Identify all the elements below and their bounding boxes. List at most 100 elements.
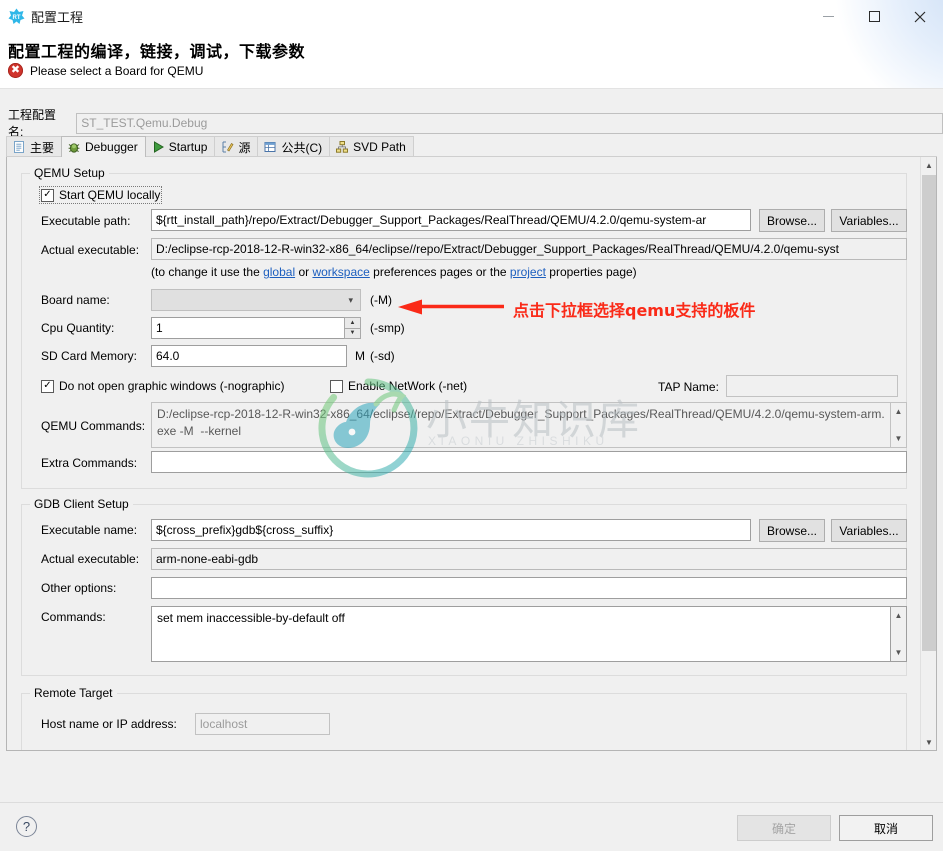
- board-name-dropdown[interactable]: ▾: [151, 289, 361, 311]
- qemu-commands-label: QEMU Commands:: [41, 419, 146, 433]
- nographic-label: Do not open graphic windows (-nographic): [59, 379, 285, 393]
- tab-debugger[interactable]: Debugger: [61, 136, 146, 157]
- gdb-commands-textarea[interactable]: set mem inaccessible-by-default off: [151, 606, 891, 662]
- gdb-commands-scrollbar[interactable]: ▲ ▼: [891, 606, 907, 662]
- tab-main-label: 主要: [30, 140, 55, 155]
- nographic-checkbox-row[interactable]: ✓ Do not open graphic windows (-nographi…: [41, 379, 284, 393]
- hint-prefix: (to change it use the: [151, 265, 264, 279]
- tab-startup-label: Startup: [168, 140, 208, 154]
- board-name-label: Board name:: [41, 293, 110, 307]
- sd-card-memory-input[interactable]: 64.0: [151, 345, 347, 367]
- maximize-icon[interactable]: [851, 0, 897, 33]
- qemu-setup-group-title: QEMU Setup: [30, 166, 109, 180]
- debugger-tab-panel: QEMU Setup ✓ Start QEMU locally Executab…: [6, 157, 937, 751]
- executable-path-variables-button[interactable]: Variables...: [831, 209, 907, 232]
- start-qemu-locally-checkbox[interactable]: ✓: [41, 188, 54, 202]
- window-title: 配置工程: [31, 10, 84, 25]
- enable-network-label: Enable NetWork (-net): [348, 379, 468, 393]
- tree-icon: [335, 140, 349, 154]
- board-name-suffix: (-M): [370, 293, 392, 307]
- close-icon[interactable]: [897, 0, 943, 33]
- help-icon[interactable]: ?: [16, 816, 37, 837]
- document-icon: [12, 140, 26, 154]
- hint-suffix: properties page): [545, 265, 637, 279]
- hint-mid1: or: [295, 265, 313, 279]
- tab-common-label: 公共(C): [281, 140, 323, 155]
- tab-source-label: 源: [238, 140, 251, 155]
- workspace-preferences-link[interactable]: workspace: [312, 265, 369, 279]
- gdb-commands-scroll-down[interactable]: ▼: [891, 645, 906, 660]
- gdb-other-options-input[interactable]: [151, 577, 907, 599]
- svg-text:RT: RT: [13, 15, 21, 21]
- executable-path-input[interactable]: ${rtt_install_path}/repo/Extract/Debugge…: [151, 209, 751, 231]
- annotation-text: 点击下拉框选择qemu支持的板件: [513, 301, 756, 320]
- start-qemu-locally-label: Start QEMU locally: [59, 188, 161, 202]
- page-title: 配置工程的编译，链接，调试，下载参数: [8, 44, 306, 61]
- cpu-quantity-input[interactable]: 1: [151, 317, 361, 339]
- tap-name-input[interactable]: [726, 375, 898, 397]
- error-icon: ✖: [8, 63, 23, 78]
- tab-startup[interactable]: Startup: [144, 136, 216, 157]
- tab-common[interactable]: 公共(C): [257, 136, 331, 157]
- configure-project-dialog: RT 配置工程 配置工程的编译，链接，调试，下载参数 ✖ Please sele…: [0, 0, 943, 851]
- project-properties-link[interactable]: project: [510, 265, 546, 279]
- scroll-up-icon[interactable]: ▲: [921, 157, 936, 174]
- sd-card-memory-suffix: (-sd): [370, 349, 395, 363]
- gdb-actual-executable-input: arm-none-eabi-gdb: [151, 548, 907, 570]
- qemu-setup-group: QEMU Setup ✓ Start QEMU locally Executab…: [21, 166, 907, 489]
- ok-button[interactable]: 确定: [737, 815, 831, 841]
- config-name-row: 工程配置名: ST_TEST.Qemu.Debug: [8, 106, 943, 140]
- gdb-commands-label: Commands:: [41, 610, 106, 624]
- config-name-label: 工程配置名:: [8, 108, 57, 139]
- extra-commands-input[interactable]: [151, 451, 907, 473]
- executable-path-label: Executable path:: [41, 214, 131, 228]
- qemu-commands-scroll-up[interactable]: ▲: [891, 404, 906, 419]
- table-icon: [263, 140, 277, 154]
- gdb-executable-variables-button[interactable]: Variables...: [831, 519, 907, 542]
- chevron-down-icon: ▾: [348, 294, 353, 305]
- minimize-icon[interactable]: [805, 0, 851, 33]
- scroll-down-icon[interactable]: ▼: [921, 734, 936, 750]
- qemu-commands-textarea: D:/eclipse-rcp-2018-12-R-win32-x86_64/ec…: [151, 402, 891, 448]
- hint-mid2: preferences pages or the: [369, 265, 510, 279]
- gdb-actual-executable-label: Actual executable:: [41, 552, 140, 566]
- cpu-quantity-label: Cpu Quantity:: [41, 321, 115, 335]
- dialog-footer: ? 确定 取消: [0, 802, 943, 851]
- rt-thread-icon: RT: [8, 8, 25, 25]
- executable-path-browse-button[interactable]: Browse...: [759, 209, 825, 232]
- nographic-checkbox[interactable]: ✓: [41, 379, 54, 393]
- qemu-commands-scroll-down[interactable]: ▼: [891, 431, 906, 446]
- gdb-client-setup-group-title: GDB Client Setup: [30, 497, 133, 511]
- qemu-actual-executable-label: Actual executable:: [41, 243, 140, 257]
- gdb-commands-scroll-up[interactable]: ▲: [891, 608, 906, 623]
- cpu-quantity-decrement[interactable]: ▼: [344, 327, 361, 339]
- scrollbar-thumb[interactable]: [922, 175, 936, 651]
- tab-debugger-label: Debugger: [85, 140, 138, 154]
- tab-svd-path[interactable]: SVD Path: [329, 136, 414, 157]
- debugger-panel-content: QEMU Setup ✓ Start QEMU locally Executab…: [7, 157, 921, 750]
- tab-source[interactable]: 源: [214, 136, 259, 157]
- play-icon: [151, 140, 165, 154]
- cancel-button[interactable]: 取消: [839, 815, 933, 841]
- tab-svd-path-label: SVD Path: [353, 140, 406, 154]
- cpu-quantity-increment[interactable]: ▲: [344, 317, 361, 328]
- source-icon: [220, 140, 234, 154]
- config-name-input[interactable]: ST_TEST.Qemu.Debug: [76, 112, 943, 134]
- bug-icon: [67, 140, 81, 154]
- global-preferences-link[interactable]: global: [263, 265, 295, 279]
- qemu-commands-scrollbar[interactable]: ▲ ▼: [891, 402, 907, 448]
- panel-vertical-scrollbar[interactable]: ▲ ▼: [920, 157, 936, 750]
- host-name-input[interactable]: localhost: [195, 713, 330, 735]
- tap-name-label: TAP Name:: [658, 380, 719, 394]
- enable-network-checkbox-row[interactable]: Enable NetWork (-net): [330, 379, 467, 393]
- gdb-executable-name-input[interactable]: ${cross_prefix}gdb${cross_suffix}: [151, 519, 751, 541]
- enable-network-checkbox[interactable]: [330, 379, 343, 393]
- extra-commands-label: Extra Commands:: [41, 456, 138, 470]
- start-qemu-locally-checkbox-row[interactable]: ✓ Start QEMU locally: [38, 186, 163, 204]
- cpu-quantity-stepper[interactable]: ▲ ▼: [344, 317, 361, 339]
- gdb-executable-name-label: Executable name:: [41, 523, 138, 537]
- gdb-executable-browse-button[interactable]: Browse...: [759, 519, 825, 542]
- host-name-label: Host name or IP address:: [41, 717, 177, 731]
- tab-main[interactable]: 主要: [6, 136, 63, 157]
- gdb-other-options-label: Other options:: [41, 581, 117, 595]
